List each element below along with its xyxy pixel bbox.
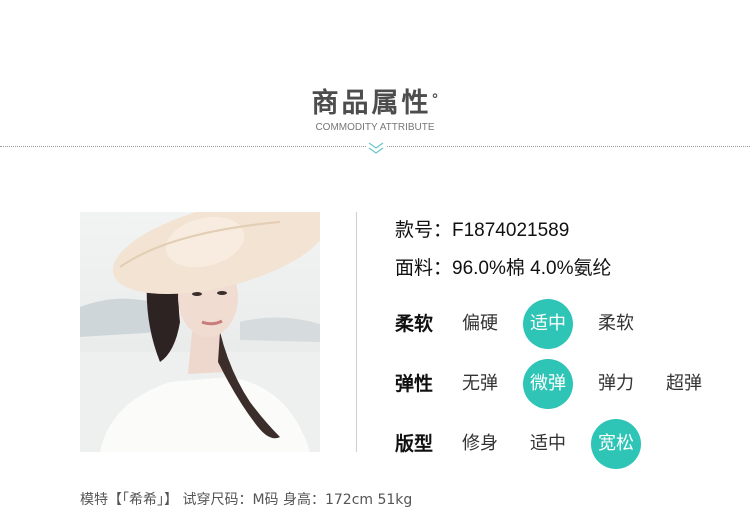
attribute-option: 超弹 bbox=[666, 373, 702, 394]
section-header: 商品属性° COMMODITY ATTRIBUTE bbox=[0, 0, 750, 160]
section-subtitle: COMMODITY ATTRIBUTE bbox=[315, 122, 435, 133]
attribute-option: 柔软 bbox=[598, 313, 634, 334]
attribute-option: 无弹 bbox=[462, 373, 498, 394]
section-title: 商品属性° bbox=[0, 84, 750, 124]
model-info: 模特【「希希」】 试穿尺码：M码 身高：172cm 51kg bbox=[80, 492, 413, 508]
model-photo bbox=[80, 212, 320, 452]
attribute-label: 弹性 bbox=[395, 373, 434, 395]
attribute-option-selected: 适中 bbox=[523, 299, 573, 349]
attribute-label: 柔软 bbox=[395, 313, 434, 335]
attribute-option: 弹力 bbox=[598, 373, 634, 394]
attribute-option: 修身 bbox=[462, 433, 498, 454]
section-title-text: 商品属性 bbox=[311, 88, 432, 119]
attribute-option: 偏硬 bbox=[462, 313, 498, 334]
attribute-option-selected: 微弹 bbox=[523, 359, 573, 409]
style-number: 款号：F1874021589 bbox=[395, 220, 570, 241]
attribute-option: 适中 bbox=[530, 433, 566, 454]
title-degree-mark: ° bbox=[431, 92, 439, 108]
chevron-down-icon bbox=[366, 140, 386, 156]
attribute-label: 版型 bbox=[395, 433, 434, 455]
attribute-option-selected: 宽松 bbox=[591, 419, 641, 469]
vertical-divider bbox=[356, 212, 357, 452]
fabric-composition: 面料：96.0%棉 4.0%氨纶 bbox=[395, 258, 612, 279]
